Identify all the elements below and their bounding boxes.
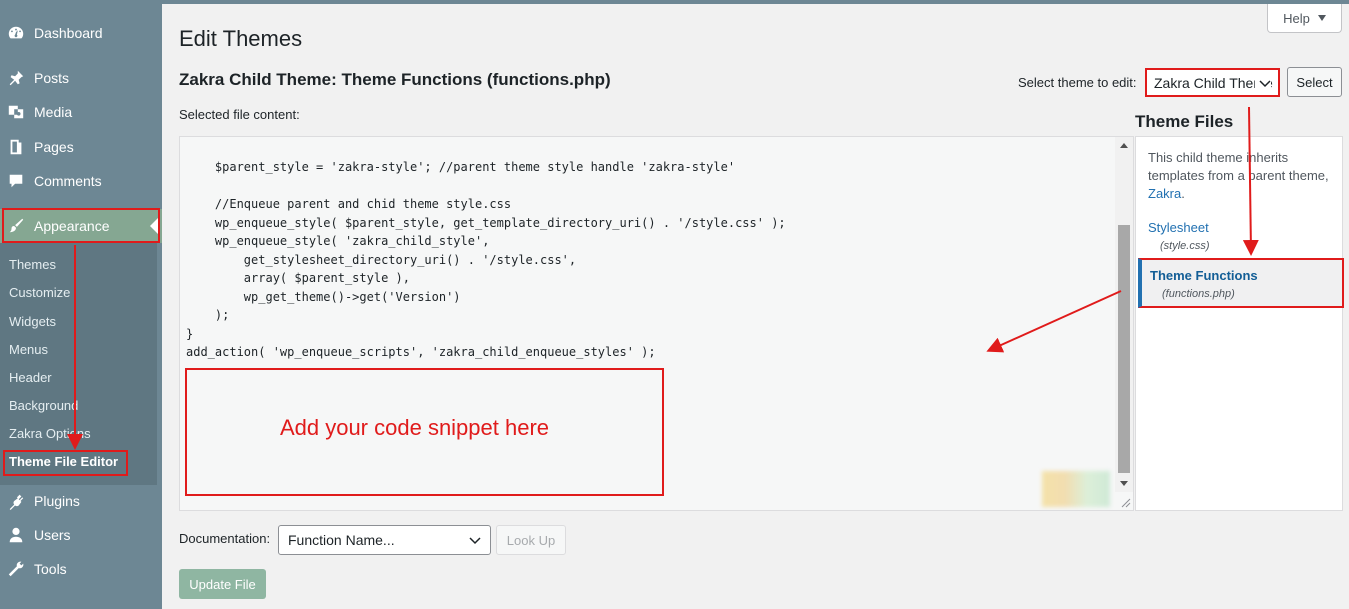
code-line: array( $parent_style ), xyxy=(186,271,410,285)
theme-files-title: Theme Files xyxy=(1135,112,1234,131)
comments-icon xyxy=(6,171,26,191)
users-icon xyxy=(6,525,26,545)
code-line: wp_get_theme()->get('Version') xyxy=(186,290,461,304)
appearance-submenu: Themes Customize Widgets Menus Header Ba… xyxy=(0,243,157,485)
code-line: wp_enqueue_style( 'zakra_child_style', xyxy=(186,234,490,248)
scroll-down-icon[interactable] xyxy=(1120,481,1128,486)
documentation-label: Documentation: xyxy=(179,531,271,546)
blurred-overlay xyxy=(1042,471,1110,507)
scroll-up-icon[interactable] xyxy=(1120,143,1128,148)
select-theme-label: Select theme to edit: xyxy=(1018,75,1137,90)
submenu-item-menus[interactable]: Menus xyxy=(9,342,48,357)
code-line: } xyxy=(186,327,194,341)
resize-grip-icon[interactable] xyxy=(1121,498,1131,508)
sidebar-item-label: Tools xyxy=(34,561,67,577)
selected-file-label: Selected file content: xyxy=(179,107,300,122)
sidebar-item-label: Pages xyxy=(34,139,74,155)
plugins-icon xyxy=(6,491,26,511)
file-link-stylesheet[interactable]: Stylesheet xyxy=(1148,220,1209,235)
dashboard-icon xyxy=(6,23,26,43)
theme-files-panel: This child theme inherits templates from… xyxy=(1135,136,1344,511)
annotation-box-theme-file-editor xyxy=(3,450,128,476)
tools-wrench-icon xyxy=(6,559,26,579)
page-title: Edit Themes xyxy=(179,26,303,51)
sidebar-item-posts[interactable]: Posts xyxy=(0,61,162,95)
code-line: wp_enqueue_style( $parent_style, get_tem… xyxy=(186,216,786,230)
sidebar-item-dashboard[interactable]: Dashboard xyxy=(0,16,162,50)
submenu-item-widgets[interactable]: Widgets xyxy=(9,314,56,329)
sidebar-item-pages[interactable]: Pages xyxy=(0,130,162,164)
caret-down-icon xyxy=(1317,15,1326,21)
look-up-button[interactable]: Look Up xyxy=(496,525,566,555)
file-name-stylesheet: (style.css) xyxy=(1160,240,1210,252)
chevron-down-icon xyxy=(1255,76,1271,92)
sidebar-item-label: Media xyxy=(34,104,73,120)
sidebar-item-label: Posts xyxy=(34,70,70,86)
sidebar-item-tools[interactable]: Tools xyxy=(0,552,162,586)
file-title: Zakra Child Theme: Theme Functions (func… xyxy=(179,70,611,89)
submenu-item-themes[interactable]: Themes xyxy=(9,257,56,272)
sidebar-item-label: Users xyxy=(34,527,71,543)
code-line: get_stylesheet_directory_uri() . '/style… xyxy=(186,253,577,267)
file-item-theme-functions[interactable]: Theme Functions (functions.php) xyxy=(1138,258,1344,308)
admin-sidebar: Dashboard Posts Media Pages Comments App… xyxy=(0,0,162,609)
sidebar-item-label: Dashboard xyxy=(34,25,103,41)
theme-select[interactable]: Zakra Child Theme xyxy=(1145,68,1280,97)
chevron-down-icon xyxy=(469,533,481,549)
update-file-button[interactable]: Update File xyxy=(179,569,266,599)
function-select-value: Function Name... xyxy=(288,532,395,548)
annotation-box-appearance xyxy=(2,208,160,243)
function-name-select[interactable]: Function Name... xyxy=(278,525,491,555)
editor-scrollbar[interactable] xyxy=(1115,137,1133,492)
help-button[interactable]: Help xyxy=(1267,4,1342,33)
sidebar-item-plugins[interactable]: Plugins xyxy=(0,484,162,518)
submenu-item-zakra-options[interactable]: Zakra Options xyxy=(9,426,91,441)
code-line: $parent_style = 'zakra-style'; //parent … xyxy=(186,160,736,174)
submenu-item-background[interactable]: Background xyxy=(9,398,78,413)
code-line: add_action( 'wp_enqueue_scripts', 'zakra… xyxy=(186,345,656,359)
select-button[interactable]: Select xyxy=(1287,67,1342,97)
top-strip xyxy=(162,0,1349,4)
sidebar-item-label: Plugins xyxy=(34,493,80,509)
inherit-notice-text: This child theme inherits templates from… xyxy=(1148,150,1329,183)
submenu-item-customize[interactable]: Customize xyxy=(9,285,70,300)
pages-icon xyxy=(6,137,26,157)
sidebar-item-label: Comments xyxy=(34,173,102,189)
file-link-theme-functions[interactable]: Theme Functions xyxy=(1150,268,1258,283)
parent-theme-link[interactable]: Zakra xyxy=(1148,186,1181,201)
scroll-thumb[interactable] xyxy=(1118,225,1130,473)
help-label: Help xyxy=(1283,10,1310,26)
sidebar-item-media[interactable]: Media xyxy=(0,95,162,129)
pin-icon xyxy=(6,68,26,88)
inherit-notice-suffix: . xyxy=(1181,186,1185,201)
annotation-snippet-text: Add your code snippet here xyxy=(279,415,550,440)
annotation-snippet-box: Add your code snippet here xyxy=(185,368,664,496)
media-icon xyxy=(6,102,26,122)
submenu-item-header[interactable]: Header xyxy=(9,370,52,385)
code-line: //Enqueue parent and chid theme style.cs… xyxy=(186,197,512,211)
code-line: ); xyxy=(186,308,230,322)
inherit-notice: This child theme inherits templates from… xyxy=(1148,149,1338,203)
sidebar-item-users[interactable]: Users xyxy=(0,518,162,552)
file-name-functions: (functions.php) xyxy=(1162,288,1235,300)
sidebar-item-comments[interactable]: Comments xyxy=(0,164,162,198)
